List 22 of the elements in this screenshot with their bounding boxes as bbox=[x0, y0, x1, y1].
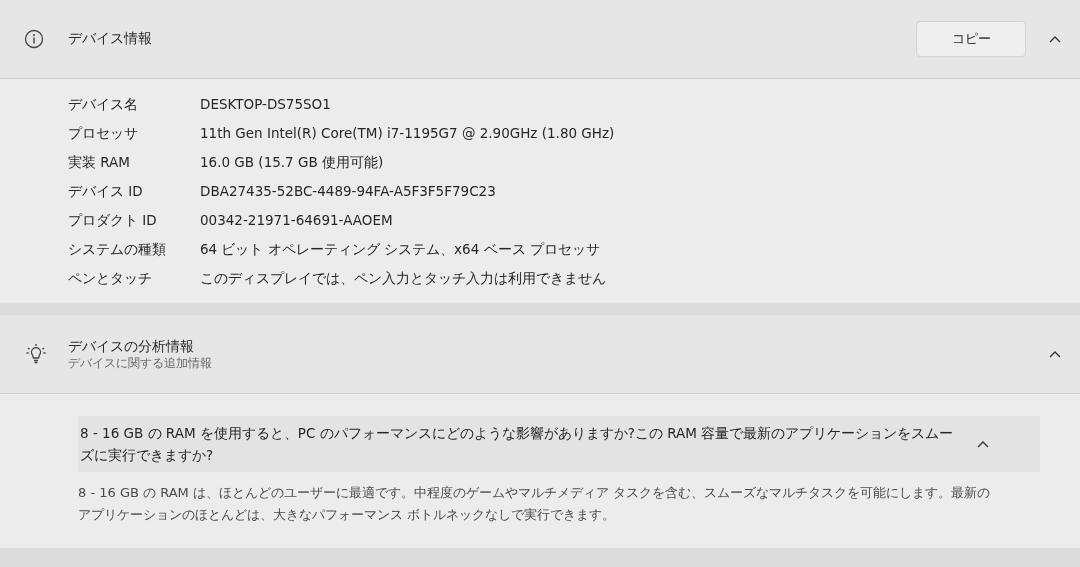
spec-value: DESKTOP-DS75SO1 bbox=[200, 95, 332, 114]
lightbulb-icon bbox=[24, 342, 48, 366]
section-subtitle: デバイスに関する追加情報 bbox=[68, 355, 213, 371]
spec-value: 64 ビット オペレーティング システム、x64 ベース プロセッサ bbox=[200, 240, 601, 259]
spec-label: デバイス ID bbox=[68, 182, 144, 201]
spec-value: このディスプレイでは、ペン入力とタッチ入力は利用できません bbox=[200, 269, 607, 288]
faq-question[interactable]: 8 - 16 GB の RAM を使用すると、PC のパフォーマンスにどのような影響がありますか?この RAM 容量で最新のアプリケーションをスムーズに実行できますか? bbox=[78, 416, 1040, 472]
section-title: デバイスの分析情報 bbox=[68, 337, 195, 356]
copy-button[interactable]: コピー bbox=[916, 21, 1026, 57]
faq-answer: 8 - 16 GB の RAM は、ほとんどのユーザーに最適です。中程度のゲームやマルチメディア タスクを含む、スムーズなマルチタスクを可能にします。最新のアプリケーションのほとんどは、大きなパフォーマンス ボトルネックなしで実行できます。 bbox=[78, 484, 992, 524]
spec-label: システムの種類 bbox=[68, 240, 167, 259]
info-icon bbox=[24, 29, 44, 49]
spec-value: DBA27435-52BC-4489-94FA-A5F3F5F79C23 bbox=[200, 182, 497, 201]
spec-label: デバイス名 bbox=[68, 95, 139, 114]
spec-label: 実装 RAM bbox=[68, 153, 131, 172]
spec-value: 00342-21971-64691-AAOEM bbox=[200, 211, 394, 230]
spec-label: プロセッサ bbox=[68, 124, 139, 143]
spec-label: プロダクト ID bbox=[68, 211, 158, 230]
spec-value: 16.0 GB (15.7 GB 使用可能) bbox=[200, 153, 385, 172]
spec-label: ペンとタッチ bbox=[68, 269, 153, 288]
section-title: デバイス情報 bbox=[68, 30, 153, 48]
spec-value: 11th Gen Intel(R) Core(TM) i7-1195G7 @ 2.90GHz (1.80 GHz) bbox=[200, 124, 616, 143]
